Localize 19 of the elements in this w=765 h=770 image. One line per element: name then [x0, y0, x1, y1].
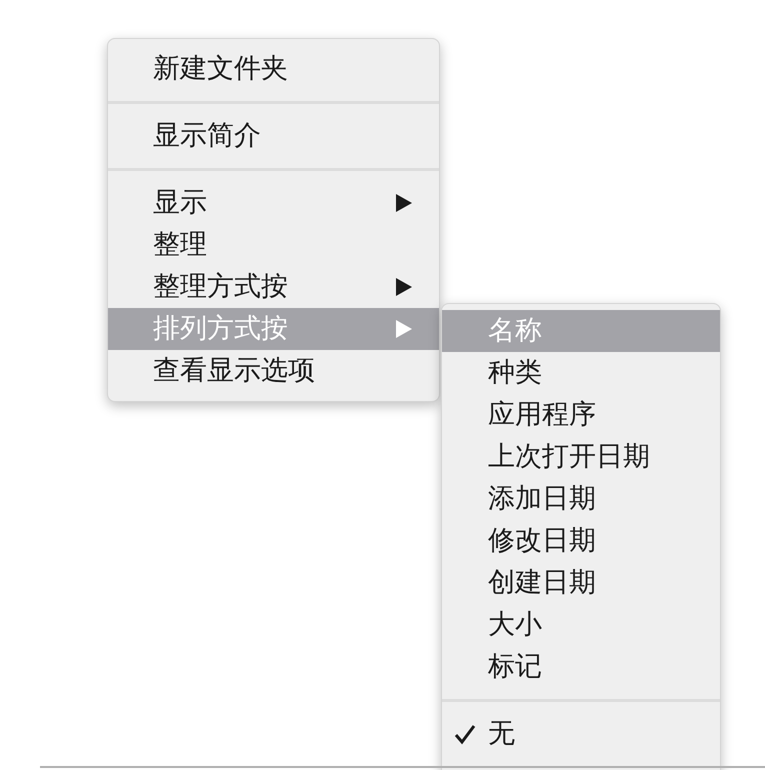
- menu-item[interactable]: 上次打开日期: [442, 436, 720, 478]
- menu-item[interactable]: 无: [442, 713, 720, 755]
- menu-item[interactable]: 整理方式按: [108, 266, 439, 308]
- menu-item[interactable]: 显示简介: [108, 115, 439, 157]
- menu-item[interactable]: 显示: [108, 182, 439, 224]
- checkmark-icon: [454, 723, 476, 745]
- submenu-arrow-icon: [395, 319, 413, 339]
- menu-item[interactable]: 标记: [442, 646, 720, 688]
- menu-item[interactable]: 创建日期: [442, 562, 720, 604]
- submenu-arrow-icon: [395, 193, 413, 213]
- menu-item[interactable]: 种类: [442, 352, 720, 394]
- menu-item[interactable]: 应用程序: [442, 394, 720, 436]
- menu-item[interactable]: 修改日期: [442, 520, 720, 562]
- menu-item[interactable]: 查看显示选项: [108, 350, 439, 392]
- menu-item[interactable]: 添加日期: [442, 478, 720, 520]
- submenu-arrow-icon: [395, 277, 413, 297]
- menu-item[interactable]: 大小: [442, 604, 720, 646]
- menu-item[interactable]: 新建文件夹: [108, 48, 439, 90]
- menu-item[interactable]: 整理: [108, 224, 439, 266]
